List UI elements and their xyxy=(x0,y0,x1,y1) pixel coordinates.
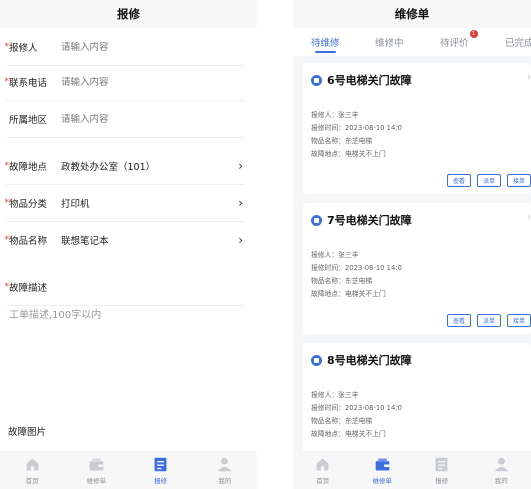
field-label: 联系电话 xyxy=(9,78,48,89)
required-mark: * xyxy=(4,42,10,52)
phone-input[interactable] xyxy=(61,76,257,88)
tab-pending[interactable]: 待维修 xyxy=(311,28,340,53)
status-dot-icon xyxy=(311,75,322,86)
reporter-field[interactable]: * 报修人 xyxy=(0,28,257,66)
required-mark: * xyxy=(4,198,10,208)
location-field[interactable]: * 故障地点 政教处办公室（101） › xyxy=(0,147,257,185)
tab-profile[interactable]: 我的 xyxy=(193,451,257,489)
required-mark: * xyxy=(4,235,10,245)
field-label: 报修人 xyxy=(9,43,38,54)
tab-report[interactable]: 报修 xyxy=(412,451,472,489)
report-icon xyxy=(154,457,167,471)
phone-field[interactable]: * 联系电话 xyxy=(0,63,257,101)
order-reporter: 报修人：张三丰 xyxy=(311,391,359,399)
category-field[interactable]: * 物品分类 打印机 › xyxy=(0,184,257,222)
page-title: 维修单 xyxy=(293,0,531,28)
order-time: 报修时间：2023-08-10 14:0 xyxy=(311,404,402,412)
reporter-input[interactable] xyxy=(61,41,257,53)
dispatch-button[interactable]: 派单 xyxy=(476,174,501,187)
description-input[interactable]: 工单描述,100字以内 xyxy=(9,306,101,321)
notification-badge: 1 xyxy=(469,30,478,38)
required-mark: * xyxy=(4,282,10,292)
chevron-right-icon[interactable]: › xyxy=(238,233,243,247)
status-tabs: 待维修 维修中 待评价 1 已完成 xyxy=(293,28,531,56)
home-icon xyxy=(316,458,329,470)
field-label: 故障描述 xyxy=(9,283,48,294)
category-value: 打印机 xyxy=(61,199,90,210)
home-icon xyxy=(26,458,39,470)
order-location: 故障地点：电梯关不上门 xyxy=(311,430,386,438)
order-card[interactable]: 6号电梯关门故障 › 报修人：张三丰 报修时间：2023-08-10 14:0 … xyxy=(303,63,531,194)
order-location: 故障地点：电梯关不上门 xyxy=(311,290,386,298)
chevron-right-icon[interactable]: › xyxy=(238,196,243,210)
field-label: 故障地点 xyxy=(9,162,48,173)
tab-completed[interactable]: 已完成 xyxy=(505,28,531,49)
order-location: 故障地点：电梯关不上门 xyxy=(311,150,386,158)
wallet-icon xyxy=(375,458,390,470)
tab-to-review[interactable]: 待评价 1 xyxy=(440,28,478,49)
report-icon xyxy=(435,457,448,471)
tab-orders[interactable]: 维修单 xyxy=(353,451,413,489)
bottom-tabbar: 首页 维修单 报修 我的 xyxy=(293,451,531,489)
item-name-value: 联想笔记本 xyxy=(61,236,109,247)
bottom-tabbar: 首页 维修单 报修 我的 xyxy=(0,451,257,489)
tab-orders[interactable]: 维修单 xyxy=(64,451,128,489)
order-item: 物品名称：东芝电梯 xyxy=(311,417,373,425)
tab-home[interactable]: 首页 xyxy=(293,451,353,489)
field-label: 物品分类 xyxy=(9,199,48,210)
order-reporter: 报修人：张三丰 xyxy=(311,251,359,259)
order-time: 报修时间：2023-08-10 14:0 xyxy=(311,264,402,272)
chevron-right-icon[interactable]: › xyxy=(527,72,531,83)
tab-home[interactable]: 首页 xyxy=(0,451,64,489)
field-label: 物品名称 xyxy=(9,236,48,247)
order-time: 报修时间：2023-08-10 14:0 xyxy=(311,124,402,132)
status-dot-icon xyxy=(311,215,322,226)
field-label: 所属地区 xyxy=(9,115,48,126)
order-item: 物品名称：东芝电梯 xyxy=(311,277,373,285)
order-title: 7号电梯关门故障 xyxy=(327,214,412,227)
accept-button[interactable]: 接单 xyxy=(506,174,531,187)
user-icon xyxy=(494,457,509,471)
order-title: 8号电梯关门故障 xyxy=(327,354,412,367)
status-dot-icon xyxy=(311,355,322,366)
repair-screen: 报修 * 报修人 * 联系电话 所属地区 * 故障地点 政教处办公室（101） … xyxy=(0,0,257,489)
order-card[interactable]: 7号电梯关门故障 › 报修人：张三丰 报修时间：2023-08-10 14:0 … xyxy=(303,203,531,334)
required-mark: * xyxy=(4,77,10,87)
page-title: 报修 xyxy=(0,0,257,28)
tab-profile[interactable]: 我的 xyxy=(472,451,531,489)
description-field: * 故障描述 xyxy=(0,268,257,306)
view-button[interactable]: 查看 xyxy=(446,314,471,327)
item-name-field[interactable]: * 物品名称 联想笔记本 › xyxy=(0,221,257,259)
location-value: 政教处办公室（101） xyxy=(61,162,156,173)
view-button[interactable]: 查看 xyxy=(446,174,471,187)
tab-in-progress[interactable]: 维修中 xyxy=(375,28,404,49)
chevron-right-icon[interactable]: › xyxy=(238,159,243,173)
orders-screen: 维修单 待维修 维修中 待评价 1 已完成 6号电梯关门故障 › 报修人：张三丰… xyxy=(293,0,531,489)
wallet-icon xyxy=(89,458,104,470)
chevron-right-icon[interactable]: › xyxy=(527,212,531,223)
dispatch-button[interactable]: 派单 xyxy=(476,314,501,327)
tab-report[interactable]: 报修 xyxy=(129,451,193,489)
accept-button[interactable]: 接单 xyxy=(506,314,531,327)
order-item: 物品名称：东芝电梯 xyxy=(311,137,373,145)
user-icon xyxy=(218,457,232,471)
region-field[interactable]: 所属地区 xyxy=(0,100,257,138)
images-label: 故障图片 xyxy=(8,427,47,438)
required-mark: * xyxy=(4,161,10,171)
order-reporter: 报修人：张三丰 xyxy=(311,111,359,119)
region-input[interactable] xyxy=(61,113,257,125)
order-title: 6号电梯关门故障 xyxy=(327,74,412,87)
